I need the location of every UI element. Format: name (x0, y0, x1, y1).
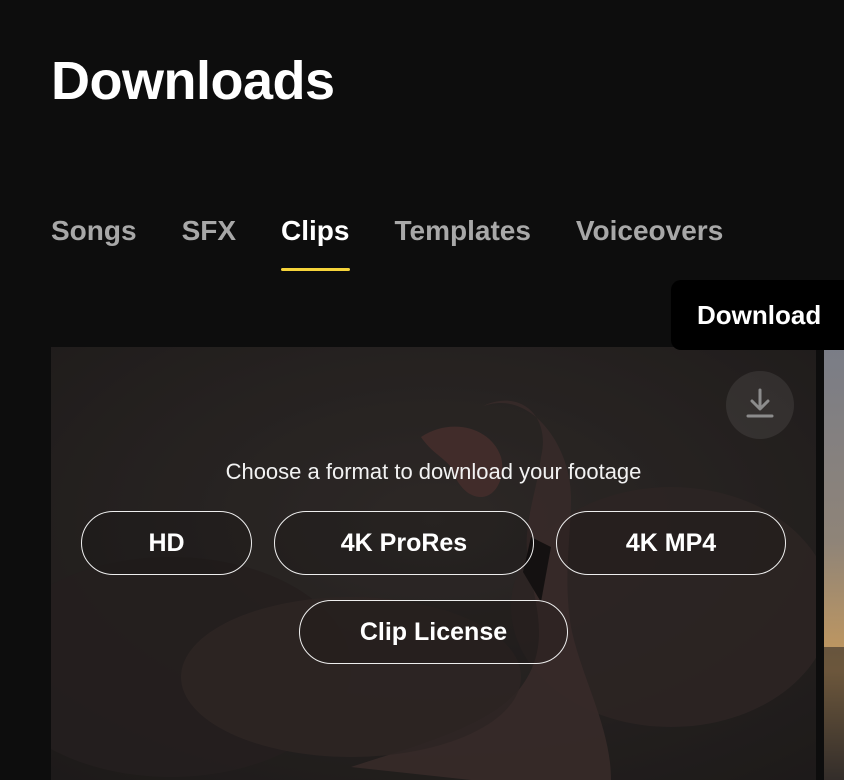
page-title: Downloads (51, 51, 335, 111)
clip-license-button[interactable]: Clip License (299, 600, 568, 664)
tab-clips[interactable]: Clips (281, 212, 350, 274)
format-4k-prores-button[interactable]: 4K ProRes (274, 511, 534, 575)
clip-card[interactable]: Choose a format to download your footage… (51, 347, 816, 780)
downloads-tabs: Songs SFX Clips Templates Voiceovers (51, 212, 723, 274)
download-icon-button[interactable] (726, 371, 794, 439)
format-hd-button[interactable]: HD (81, 511, 252, 575)
tab-templates[interactable]: Templates (395, 212, 531, 274)
tab-voiceovers[interactable]: Voiceovers (576, 212, 723, 274)
tab-sfx[interactable]: SFX (182, 212, 236, 274)
format-4k-mp4-button[interactable]: 4K MP4 (556, 511, 786, 575)
tab-songs[interactable]: Songs (51, 212, 137, 274)
next-clip-thumbnail (824, 347, 844, 780)
downloads-page: Downloads Songs SFX Clips Templates Voic… (0, 0, 844, 780)
format-prompt: Choose a format to download your footage (225, 459, 642, 484)
next-clip-card[interactable] (824, 347, 844, 780)
download-icon (745, 387, 775, 424)
download-tooltip: Download (671, 280, 844, 350)
